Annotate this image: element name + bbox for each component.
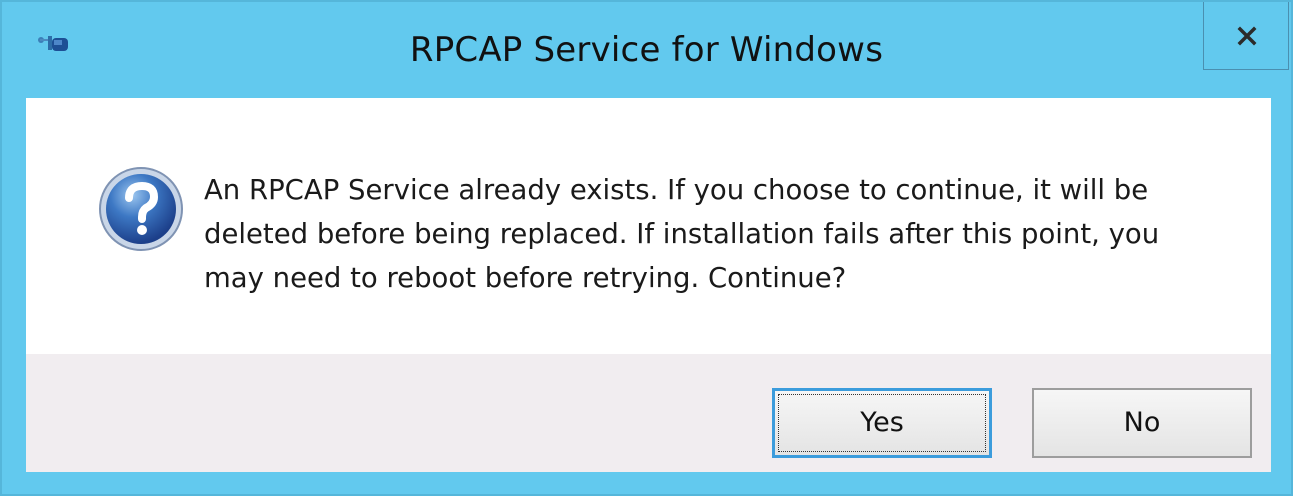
title-bar[interactable]: RPCAP Service for Windows [2, 2, 1291, 98]
message-dialog: RPCAP Service for Windows An RPCAP Servi… [0, 0, 1293, 496]
button-bar: Yes No [26, 354, 1271, 472]
dialog-message: An RPCAP Service already exists. If you … [204, 174, 1160, 294]
close-icon [1237, 26, 1257, 46]
yes-button[interactable]: Yes [772, 388, 992, 458]
close-button[interactable] [1203, 2, 1289, 70]
window-title: RPCAP Service for Windows [409, 30, 884, 70]
question-icon [96, 164, 186, 254]
no-button-label: No [1123, 407, 1161, 438]
no-button[interactable]: No [1032, 388, 1252, 458]
focus-rectangle [778, 394, 986, 452]
dialog-content: An RPCAP Service already exists. If you … [26, 98, 1271, 354]
